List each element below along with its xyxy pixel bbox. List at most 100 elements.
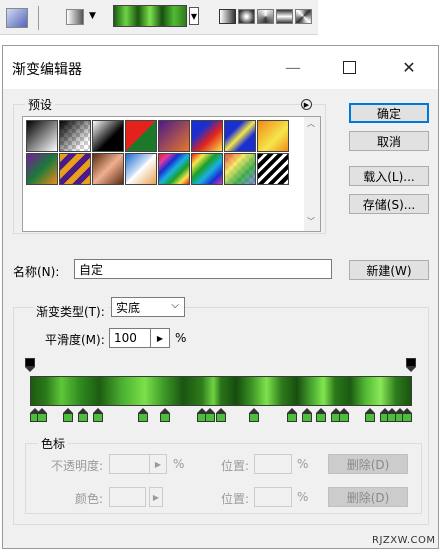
color-arrow-icon[interactable]: ▶ <box>149 487 163 507</box>
color-stop[interactable] <box>249 408 260 422</box>
color-stop[interactable] <box>137 408 148 422</box>
preset-swatch[interactable] <box>191 120 223 152</box>
preset-swatch[interactable] <box>59 153 91 185</box>
new-button[interactable]: 新建(W) <box>349 260 429 280</box>
color-stop-box <box>338 413 349 422</box>
preset-swatch[interactable] <box>125 153 157 185</box>
maximize-icon[interactable] <box>329 52 369 82</box>
presets-label: 预设 <box>25 96 56 113</box>
color-stop-box <box>249 413 260 422</box>
gradient-preview-picker[interactable] <box>113 5 187 27</box>
opacity-stop[interactable] <box>406 358 416 372</box>
gradient-editor-dialog: 渐变编辑器 — ✕ 预设 ▶ ︿ ﹀ 确定 取消 载入(L)... 存储(S).… <box>2 45 439 549</box>
color-stop-box <box>316 413 327 422</box>
close-icon[interactable]: ✕ <box>389 52 429 82</box>
color-stop[interactable] <box>93 408 104 422</box>
color-stop-box <box>160 413 171 422</box>
preset-swatch[interactable] <box>125 120 157 152</box>
color-stop-box <box>37 413 48 422</box>
gradient-tool-icon[interactable] <box>6 8 28 28</box>
cancel-button[interactable]: 取消 <box>349 131 429 151</box>
opacity-arrow-icon[interactable]: ▶ <box>149 455 166 473</box>
color-stop[interactable] <box>204 408 215 422</box>
gradient-type-dropdown-icon[interactable] <box>66 9 84 25</box>
chevron-down-icon[interactable]: ▼ <box>89 11 96 21</box>
name-label: 名称(N): <box>13 265 60 279</box>
opacity-unit: % <box>173 457 185 471</box>
chevron-down-icon: ⌵ <box>171 300 179 311</box>
color-stop[interactable] <box>316 408 327 422</box>
diamond-gradient-icon[interactable] <box>295 9 312 24</box>
color-stop-box <box>286 413 297 422</box>
color-stop-box <box>137 413 148 422</box>
opacity-field[interactable]: ▶ <box>109 454 167 474</box>
watermark: RJZXW.COM <box>372 535 436 546</box>
presets-scrollbar[interactable]: ︿ ﹀ <box>304 117 320 231</box>
opacity-location-unit: % <box>297 457 309 471</box>
preset-swatch[interactable] <box>26 153 58 185</box>
options-toolbar: ▼ ▼ <box>0 0 318 35</box>
load-button[interactable]: 载入(L)... <box>349 166 429 186</box>
gradient-type-select[interactable]: 实底 ⌵ <box>111 297 185 317</box>
color-stop[interactable] <box>160 408 171 422</box>
delete-color-stop-button[interactable]: 删除(D) <box>328 487 408 507</box>
gradient-type-label: 渐变类型(T): <box>33 303 108 320</box>
reflected-gradient-icon[interactable] <box>276 9 293 24</box>
opacity-stop[interactable] <box>25 358 35 372</box>
save-button[interactable]: 存储(S)... <box>349 194 429 214</box>
name-field[interactable]: 自定 <box>74 259 332 279</box>
scroll-up-icon[interactable]: ︿ <box>307 118 315 129</box>
title-bar: 渐变编辑器 — ✕ <box>3 46 438 89</box>
preset-swatch[interactable] <box>92 153 124 185</box>
preset-swatch[interactable] <box>224 120 256 152</box>
color-stop-box <box>301 413 312 422</box>
color-stop[interactable] <box>216 408 226 422</box>
color-stop-label: 色标 <box>38 435 69 452</box>
preset-swatch[interactable] <box>257 120 289 152</box>
scroll-down-icon[interactable]: ﹀ <box>307 216 315 227</box>
presets-list: ︿ ﹀ <box>22 116 321 232</box>
ok-button[interactable]: 确定 <box>349 103 429 123</box>
color-stop[interactable] <box>63 408 74 422</box>
color-location-label: 位置: <box>221 492 250 506</box>
linear-gradient-icon[interactable] <box>219 9 236 24</box>
preset-swatch[interactable] <box>191 153 223 185</box>
color-label: 颜色: <box>75 492 104 506</box>
color-stop[interactable] <box>37 408 48 422</box>
preset-swatch[interactable] <box>224 153 256 185</box>
gradient-picker-chevron-icon[interactable]: ▼ <box>189 7 199 25</box>
color-stop[interactable] <box>301 408 312 422</box>
color-stop[interactable] <box>338 408 349 422</box>
angle-gradient-icon[interactable] <box>257 9 274 24</box>
preset-swatch[interactable] <box>92 120 124 152</box>
preset-swatch[interactable] <box>257 153 289 185</box>
color-stop[interactable] <box>364 408 375 422</box>
opacity-location-field[interactable] <box>254 454 292 474</box>
delete-opacity-stop-button[interactable]: 删除(D) <box>328 454 408 474</box>
color-stop[interactable] <box>286 408 297 422</box>
color-stop[interactable] <box>78 408 89 422</box>
radial-gradient-icon[interactable] <box>238 9 255 24</box>
color-stop-box <box>402 413 412 422</box>
color-swatch-field[interactable] <box>109 487 146 507</box>
color-stop[interactable] <box>402 408 412 422</box>
gradient-bar[interactable] <box>30 376 412 406</box>
smoothness-arrow-icon[interactable]: ▶ <box>150 329 169 347</box>
presets-menu-icon[interactable]: ▶ <box>301 99 312 110</box>
color-stop-box <box>78 413 89 422</box>
opacity-location-label: 位置: <box>221 459 250 473</box>
preset-swatch[interactable] <box>158 120 190 152</box>
toolbar-divider <box>38 6 39 30</box>
color-stop-box <box>364 413 375 422</box>
color-location-unit: % <box>297 490 309 504</box>
minimize-icon[interactable]: — <box>273 52 313 82</box>
color-stop-box <box>63 413 74 422</box>
smoothness-field[interactable]: 100 ▶ <box>109 328 170 348</box>
color-location-field[interactable] <box>254 487 292 507</box>
preset-swatch[interactable] <box>59 120 91 152</box>
color-stop-box <box>93 413 104 422</box>
preset-swatch[interactable] <box>26 120 58 152</box>
smoothness-value: 100 <box>114 331 137 345</box>
color-stop-box <box>204 413 215 422</box>
preset-swatch[interactable] <box>158 153 190 185</box>
